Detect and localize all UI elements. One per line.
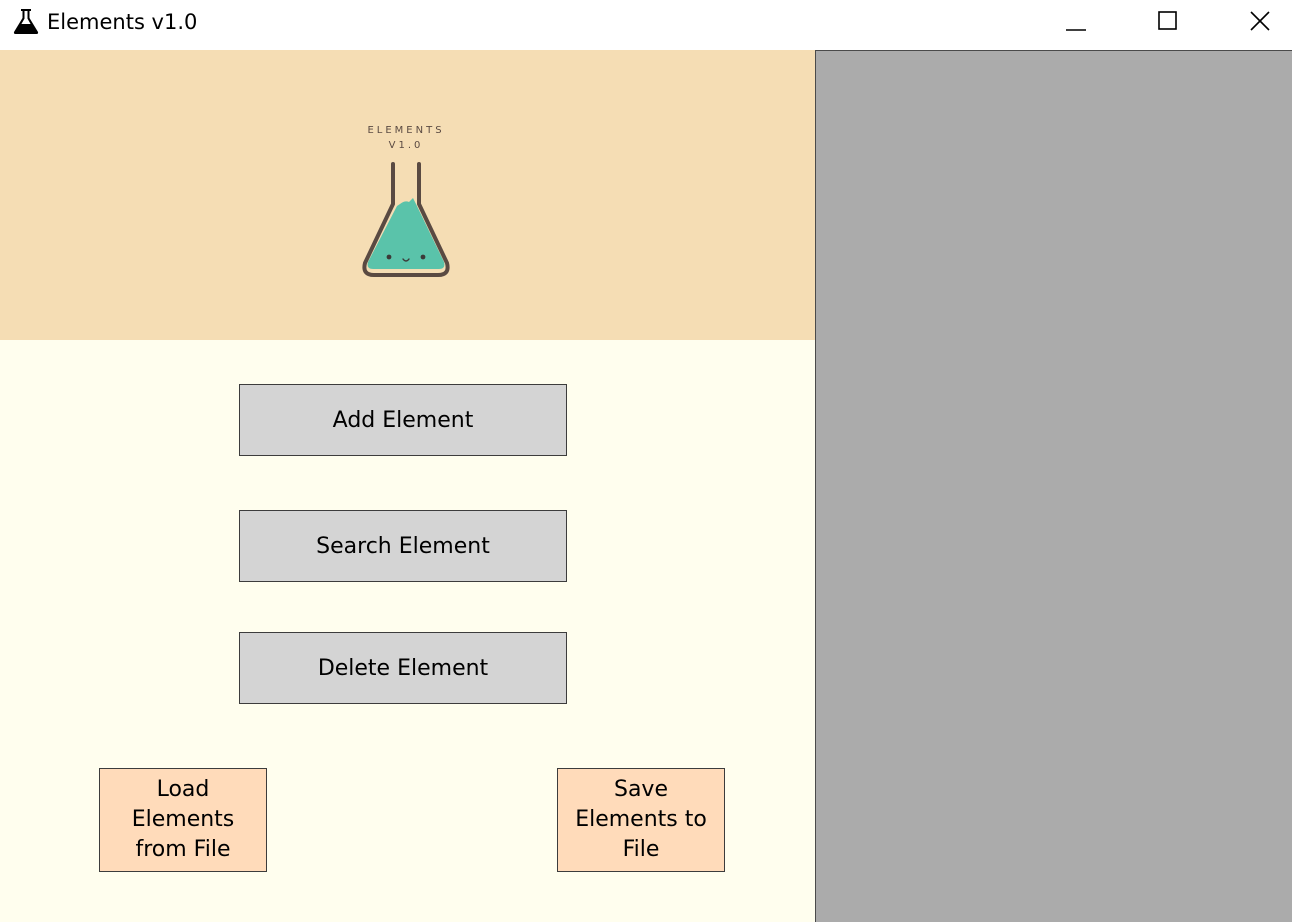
title-bar[interactable]: Elements v1.0 [0, 0, 1292, 50]
close-button[interactable] [1237, 0, 1283, 42]
app-window: Elements v1.0 ELEMENTS V1.0 Add Element … [0, 0, 1292, 922]
search-element-button[interactable]: Search Element [239, 510, 567, 582]
delete-element-button[interactable]: Delete Element [239, 632, 567, 704]
add-element-button[interactable]: Add Element [239, 384, 567, 456]
minimize-button[interactable] [1053, 0, 1099, 42]
maximize-icon [1158, 11, 1177, 30]
save-elements-button[interactable]: Save Elements to File [557, 768, 725, 872]
logo-version: V1.0 [388, 140, 424, 151]
window-title: Elements v1.0 [47, 10, 198, 34]
flask-icon [13, 9, 39, 34]
logo-title: ELEMENTS [367, 125, 445, 136]
flask-logo-icon [362, 162, 450, 277]
display-panel [815, 50, 1292, 922]
minimize-icon [1066, 29, 1086, 31]
close-icon [1250, 11, 1270, 31]
maximize-button[interactable] [1144, 0, 1190, 42]
header-banner: ELEMENTS V1.0 [0, 50, 815, 340]
load-elements-button[interactable]: Load Elements from File [99, 768, 267, 872]
main-panel: ELEMENTS V1.0 Add Element Search Element… [0, 50, 815, 922]
